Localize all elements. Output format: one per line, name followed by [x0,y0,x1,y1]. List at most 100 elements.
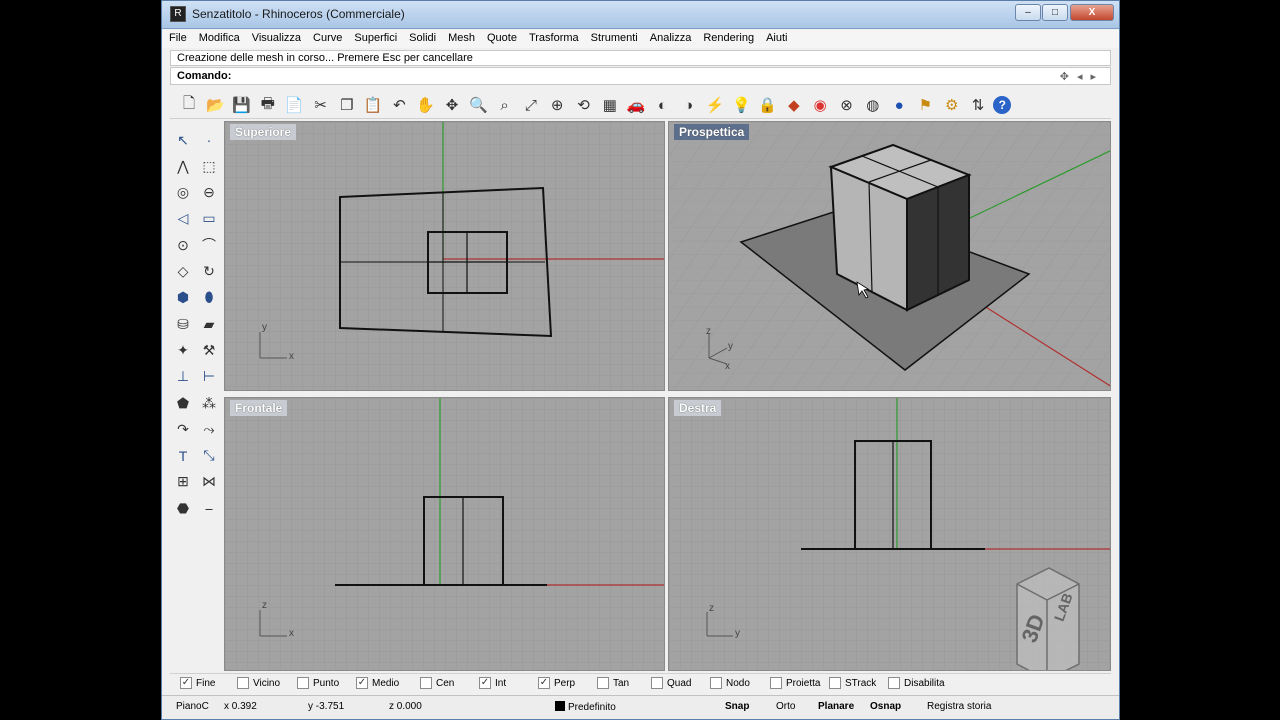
polygon-icon[interactable]: ⊙ [172,234,194,256]
title-bar[interactable]: R Senzatitolo - Rhinoceros (Commerciale)… [162,1,1119,29]
pan-hand-icon[interactable]: ✋ [415,94,437,116]
menu-file[interactable]: File [162,30,192,44]
osnap-checkbox[interactable]: ✓ [180,677,192,689]
lock-icon[interactable]: 🔒 [757,94,779,116]
arc-icon[interactable]: ◁ [172,208,194,230]
zoom-selected-icon[interactable]: ⊕ [546,94,568,116]
new-icon[interactable]: 🗋 [178,94,200,116]
menu-superfici[interactable]: Superfici [347,30,402,44]
menu-analizza[interactable]: Analizza [643,30,697,44]
import-icon[interactable]: 📄 [283,94,305,116]
paste-icon[interactable]: 📋 [362,94,384,116]
osnap-checkbox[interactable] [237,677,249,689]
zoom-icon[interactable]: 🔍 [467,94,489,116]
osnap-checkbox[interactable] [829,677,841,689]
menu-curve[interactable]: Curve [306,30,347,44]
four-viewports-icon[interactable]: ▦ [599,94,621,116]
menu-quote[interactable]: Quote [480,30,522,44]
osnap-checkbox[interactable] [597,677,609,689]
menu-trasforma[interactable]: Trasforma [522,30,584,44]
curve-tool-icon[interactable]: ↷ [172,418,194,440]
menu-mesh[interactable]: Mesh [441,30,480,44]
osnap-checkbox[interactable] [651,677,663,689]
extrude-icon[interactable]: ▰ [198,313,220,335]
snap-icon[interactable]: ⚡ [704,94,726,116]
scale-icon[interactable]: ⤡ [198,445,220,467]
minimize-button[interactable]: – [1015,4,1041,21]
boolean-icon[interactable]: ✦ [172,339,194,361]
flag-icon[interactable]: ⚑ [914,94,936,116]
cplane-label[interactable]: PianoC [176,701,209,712]
rhino-app-icon[interactable]: R [170,6,186,22]
sphere-solid-icon[interactable]: ⬮ [198,287,220,309]
light-icon[interactable]: 💡 [730,94,752,116]
osnap-strack[interactable]: STrack [829,677,876,689]
copy-icon[interactable]: ❐ [336,94,358,116]
undo-icon[interactable]: ↶ [388,94,410,116]
cut-icon[interactable]: ✂ [310,94,332,116]
color-wheel-icon[interactable]: ◉ [809,94,831,116]
osnap-medio[interactable]: ✓ Medio [356,677,399,689]
zoom-extents-icon[interactable]: ⤢ [520,94,542,116]
viewport-top[interactable]: y x Superiore [224,121,665,391]
dimension-icon[interactable]: ⊥ [172,366,194,388]
osnap-checkbox[interactable]: ✓ [538,677,550,689]
osnap-checkbox[interactable] [888,677,900,689]
viewport-label-perspective[interactable]: Prospettica [674,124,750,140]
point-icon[interactable]: · [198,129,220,151]
osnap-int[interactable]: ✓ Int [479,677,506,689]
ellipse-icon[interactable]: ⊖ [198,182,220,204]
menu-strumenti[interactable]: Strumenti [584,30,643,44]
osnap-perp[interactable]: ✓ Perp [538,677,575,689]
curve-edit-icon[interactable]: ⬚ [198,155,220,177]
show-icon[interactable]: ◑ [678,94,700,116]
zoom-window-icon[interactable]: ⌕ [494,94,516,116]
cylinder-icon[interactable]: ⛁ [172,313,194,335]
mesh-icon[interactable]: ⬟ [172,392,194,414]
osnap-checkbox[interactable]: ✓ [356,677,368,689]
viewport-perspective[interactable]: z y x Prospettica [668,121,1111,391]
osnap-tan[interactable]: Tan [597,677,629,689]
osnap-fine[interactable]: ✓ Fine [180,677,215,689]
osnap-cen[interactable]: Cen [420,677,454,689]
move-view-icon[interactable]: ✥ [441,94,463,116]
surface-icon[interactable]: ◇ [172,261,194,283]
print-icon[interactable]: 🖶 [257,94,279,116]
menu-modifica[interactable]: Modifica [192,30,245,44]
sphere-shaded-icon[interactable]: ◍ [862,94,884,116]
command-line[interactable]: Comando: ✥◂▸ [170,67,1111,85]
viewport-label-top[interactable]: Superiore [230,124,297,140]
planar-toggle[interactable]: Planare [818,701,854,712]
command-nav-arrows[interactable]: ✥◂▸ [1060,70,1104,83]
help-icon[interactable]: ? [993,96,1012,114]
viewport-front[interactable]: z x Frontale [224,397,665,671]
rotate-view-icon[interactable]: ⟲ [573,94,595,116]
group-icon[interactable]: ⁂ [198,392,220,414]
split-icon[interactable]: ⤳ [198,418,220,440]
close-button[interactable]: X [1070,4,1114,21]
render-box-icon[interactable]: ⬣ [172,497,194,519]
osnap-checkbox[interactable] [420,677,432,689]
osnap-checkbox[interactable] [710,677,722,689]
hide-icon[interactable]: ◐ [651,94,673,116]
gear-icon[interactable]: ⚙ [941,94,963,116]
osnap-toggle[interactable]: Osnap [870,701,901,712]
fillet-icon[interactable]: ⌒ [198,234,220,256]
osnap-checkbox[interactable] [770,677,782,689]
osnap-nodo[interactable]: Nodo [710,677,750,689]
osnap-proietta[interactable]: Proietta [770,677,820,689]
osnap-vicino[interactable]: Vicino [237,677,280,689]
polyline-icon[interactable]: ⋀ [172,155,194,177]
osnap-disabilita[interactable]: Disabilita [888,677,945,689]
osnap-checkbox[interactable] [297,677,309,689]
menu-aiuti[interactable]: Aiuti [759,30,792,44]
viewport-label-front[interactable]: Frontale [230,400,288,416]
osnap-checkbox[interactable]: ✓ [479,677,491,689]
array-icon[interactable]: ⊞ [172,471,194,493]
menu-solidi[interactable]: Solidi [402,30,441,44]
snap-toggle[interactable]: Snap [725,701,749,712]
save-icon[interactable]: 💾 [231,94,253,116]
revolve-icon[interactable]: ↻ [198,261,220,283]
osnap-punto[interactable]: Punto [297,677,339,689]
sphere-wire-icon[interactable]: ⊗ [836,94,858,116]
